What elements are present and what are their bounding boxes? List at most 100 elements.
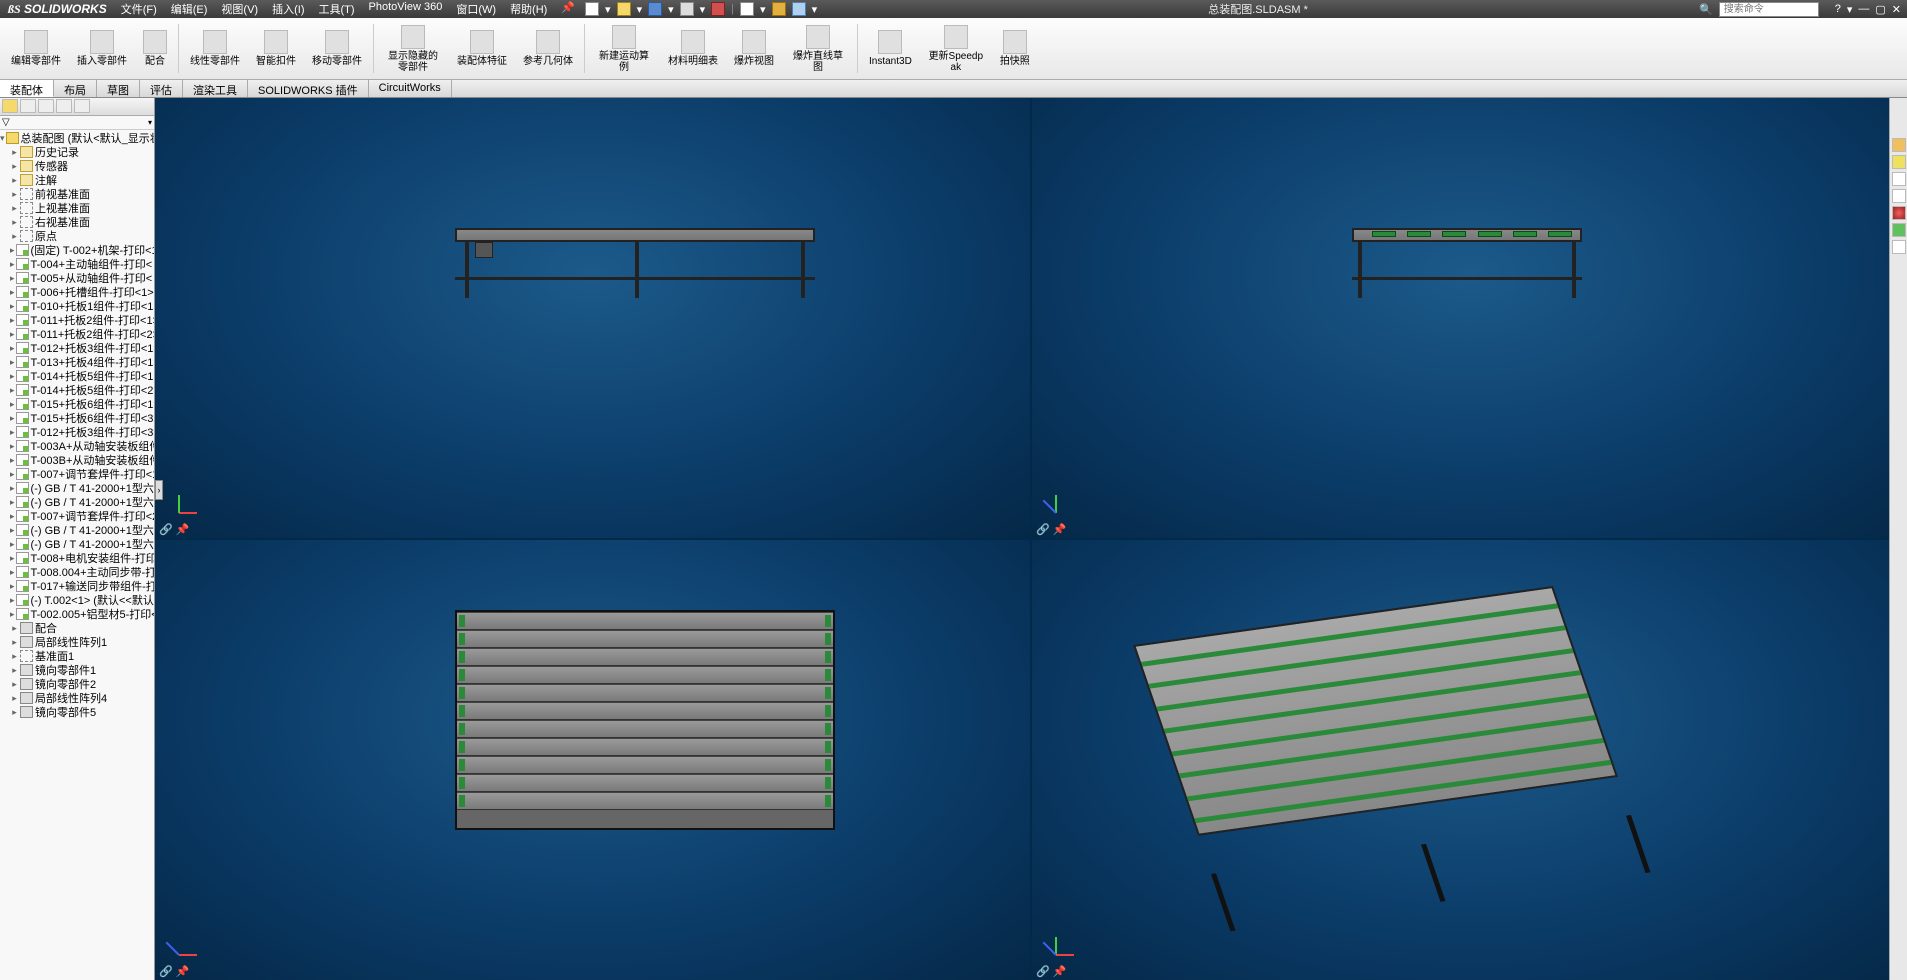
design-library-icon[interactable] xyxy=(1892,155,1906,169)
tree-root[interactable]: ▾总装配图 (默认<默认_显示状态 xyxy=(0,131,154,145)
tree-part-7[interactable]: ▸T-012+托板3组件-打印<1> xyxy=(0,341,154,355)
ribbon-btn-10[interactable]: 材料明细表 xyxy=(661,20,725,77)
menu-insert[interactable]: 插入(I) xyxy=(272,1,304,17)
tree-top-2[interactable]: ▸注解 xyxy=(0,173,154,187)
ribbon-btn-3[interactable]: 线性零部件 xyxy=(183,20,247,77)
fm-tab-1[interactable] xyxy=(2,99,18,113)
tree-top-3[interactable]: ▸前视基准面 xyxy=(0,187,154,201)
tree-part-1[interactable]: ▸T-004+主动轴组件-打印< xyxy=(0,257,154,271)
tab-2[interactable]: 草图 xyxy=(97,80,140,97)
ribbon-btn-6[interactable]: 显示隐藏的零部件 xyxy=(378,20,448,77)
file-explorer-icon[interactable] xyxy=(1892,172,1906,186)
tree-part-9[interactable]: ▸T-014+托板5组件-打印<1> xyxy=(0,369,154,383)
forum-icon[interactable] xyxy=(1892,240,1906,254)
menu-tools[interactable]: 工具(T) xyxy=(318,1,354,17)
tree-part-5[interactable]: ▸T-011+托板2组件-打印<1> xyxy=(0,313,154,327)
close-icon[interactable]: ✕ xyxy=(1892,3,1901,16)
fm-tab-4[interactable] xyxy=(56,99,72,113)
menu-window[interactable]: 窗口(W) xyxy=(456,1,496,17)
viewport-isometric[interactable]: 🔗 📌 xyxy=(1032,540,1907,980)
menu-view[interactable]: 视图(V) xyxy=(221,1,258,17)
ribbon-btn-1[interactable]: 插入零部件 xyxy=(70,20,134,77)
tree-feat-4[interactable]: ▸镜向零部件2 xyxy=(0,677,154,691)
menu-edit[interactable]: 编辑(E) xyxy=(171,1,208,17)
tree-part-10[interactable]: ▸T-014+托板5组件-打印<2> xyxy=(0,383,154,397)
custom-props-icon[interactable] xyxy=(1892,223,1906,237)
tree-top-0[interactable]: ▸历史记录 xyxy=(0,145,154,159)
feature-tree[interactable]: ▾总装配图 (默认<默认_显示状态▸历史记录▸传感器▸注解▸前视基准面▸上视基准… xyxy=(0,130,154,980)
rebuild-icon[interactable] xyxy=(711,2,725,16)
tree-part-25[interactable]: ▸(-) T.002<1> (默认<<默认 xyxy=(0,593,154,607)
filter-dropdown-icon[interactable]: ▾ xyxy=(148,118,152,127)
minimize-icon[interactable]: — xyxy=(1858,3,1869,16)
fm-tab-2[interactable] xyxy=(20,99,36,113)
options-icon[interactable] xyxy=(772,2,786,16)
ribbon-btn-12[interactable]: 爆炸直线草图 xyxy=(783,20,853,77)
open-icon[interactable] xyxy=(617,2,631,16)
viewport-top[interactable]: 🔗 📌 xyxy=(155,540,1030,980)
select-icon[interactable] xyxy=(740,2,754,16)
tree-part-4[interactable]: ▸T-010+托板1组件-打印<1> xyxy=(0,299,154,313)
ribbon-btn-4[interactable]: 智能扣件 xyxy=(249,20,303,77)
panel-expand-handle[interactable]: › xyxy=(155,480,163,500)
ribbon-btn-8[interactable]: 参考几何体 xyxy=(516,20,580,77)
viewport-pin-icon[interactable]: 🔗 📌 xyxy=(159,523,189,536)
graphics-area[interactable]: ▦ ▦ — ▢ ✕ 🔗 📌 xyxy=(155,98,1907,980)
menu-help[interactable]: 帮助(H) xyxy=(510,1,547,17)
tree-feat-1[interactable]: ▸局部线性阵列1 xyxy=(0,635,154,649)
tree-part-24[interactable]: ▸T-017+输送同步带组件-打 xyxy=(0,579,154,593)
menu-pin-icon[interactable]: 📌 xyxy=(561,1,575,17)
command-search-input[interactable] xyxy=(1719,2,1819,17)
ribbon-btn-2[interactable]: 配合 xyxy=(136,20,174,77)
tree-part-14[interactable]: ▸T-003A+从动轴安装板组件 xyxy=(0,439,154,453)
tab-5[interactable]: SOLIDWORKS 插件 xyxy=(248,80,369,97)
maximize-icon[interactable]: ▢ xyxy=(1875,3,1885,16)
tab-0[interactable]: 装配体 xyxy=(0,80,54,97)
fm-tab-5[interactable] xyxy=(74,99,90,113)
tree-part-3[interactable]: ▸T-006+托槽组件-打印<1> xyxy=(0,285,154,299)
print-icon[interactable] xyxy=(680,2,694,16)
tab-4[interactable]: 渲染工具 xyxy=(183,80,248,97)
tree-part-18[interactable]: ▸(-) GB / T 41-2000+1型六角 xyxy=(0,495,154,509)
tree-part-12[interactable]: ▸T-015+托板6组件-打印<3> xyxy=(0,411,154,425)
resources-icon[interactable] xyxy=(1892,138,1906,152)
tree-part-6[interactable]: ▸T-011+托板2组件-打印<2> xyxy=(0,327,154,341)
tree-top-1[interactable]: ▸传感器 xyxy=(0,159,154,173)
tab-1[interactable]: 布局 xyxy=(54,80,97,97)
tree-part-26[interactable]: ▸T-002.005+铝型材5-打印< xyxy=(0,607,154,621)
tree-top-5[interactable]: ▸右视基准面 xyxy=(0,215,154,229)
ribbon-btn-13[interactable]: Instant3D xyxy=(862,20,919,77)
filter-icon[interactable]: ▽ xyxy=(2,117,10,128)
tab-3[interactable]: 评估 xyxy=(140,80,183,97)
ribbon-btn-9[interactable]: 新建运动算例 xyxy=(589,20,659,77)
ribbon-btn-0[interactable]: 编辑零部件 xyxy=(4,20,68,77)
fm-tab-3[interactable] xyxy=(38,99,54,113)
ribbon-btn-7[interactable]: 装配体特征 xyxy=(450,20,514,77)
tree-part-20[interactable]: ▸(-) GB / T 41-2000+1型六角 xyxy=(0,523,154,537)
new-icon[interactable] xyxy=(585,2,599,16)
ribbon-btn-14[interactable]: 更新Speedpak xyxy=(921,20,991,77)
tree-part-2[interactable]: ▸T-005+从动轴组件-打印< xyxy=(0,271,154,285)
tree-part-19[interactable]: ▸T-007+调节套焊件-打印<2 xyxy=(0,509,154,523)
tree-feat-6[interactable]: ▸镜向零部件5 xyxy=(0,705,154,719)
ribbon-btn-5[interactable]: 移动零部件 xyxy=(305,20,369,77)
tree-part-21[interactable]: ▸(-) GB / T 41-2000+1型六角 xyxy=(0,537,154,551)
screen-capture-icon[interactable] xyxy=(792,2,806,16)
tree-feat-0[interactable]: ▸配合 xyxy=(0,621,154,635)
tree-part-16[interactable]: ▸T-007+调节套焊件-打印<1 xyxy=(0,467,154,481)
viewport-front[interactable]: 🔗 📌 xyxy=(155,98,1030,538)
tree-part-0[interactable]: ▸(固定) T-002+机架-打印<1 xyxy=(0,243,154,257)
viewport-pin-icon[interactable]: 🔗 📌 xyxy=(159,965,189,978)
help-icon[interactable]: ? xyxy=(1835,3,1841,16)
ribbon-btn-11[interactable]: 爆炸视图 xyxy=(727,20,781,77)
tree-part-22[interactable]: ▸T-008+电机安装组件-打印 xyxy=(0,551,154,565)
viewport-pin-icon[interactable]: 🔗 📌 xyxy=(1036,523,1066,536)
tree-part-15[interactable]: ▸T-003B+从动轴安装板组件 xyxy=(0,453,154,467)
menu-photoview[interactable]: PhotoView 360 xyxy=(369,1,443,17)
tree-part-13[interactable]: ▸T-012+托板3组件-打印<3> xyxy=(0,425,154,439)
tree-part-8[interactable]: ▸T-013+托板4组件-打印<1> xyxy=(0,355,154,369)
view-palette-icon[interactable] xyxy=(1892,189,1906,203)
tree-part-11[interactable]: ▸T-015+托板6组件-打印<1> xyxy=(0,397,154,411)
viewport-right[interactable]: 🔗 📌 xyxy=(1032,98,1907,538)
tree-feat-3[interactable]: ▸镜向零部件1 xyxy=(0,663,154,677)
